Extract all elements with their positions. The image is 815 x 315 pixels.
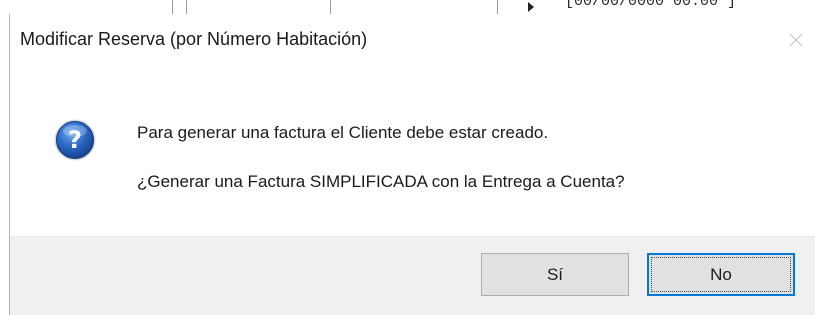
no-button-label: No <box>710 264 732 284</box>
question-icon: ? <box>53 118 97 162</box>
close-button[interactable] <box>780 26 812 54</box>
message-line-1: Para generar una factura el Cliente debe… <box>137 123 549 142</box>
close-icon <box>789 33 803 47</box>
background-cell-text: [00/00/0000 00:00 ] <box>565 0 737 10</box>
dialog-title: Modificar Reserva (por Número Habitación… <box>20 29 368 49</box>
dialog-content: ? Para generar una factura el Cliente de… <box>10 66 815 236</box>
no-button[interactable]: No <box>647 253 795 296</box>
screen: [00/00/0000 00:00 ] Modificar Reserva (p… <box>0 0 815 315</box>
grid-line <box>330 0 331 14</box>
dialog-button-bar: Sí No <box>10 236 815 315</box>
yes-button[interactable]: Sí <box>481 253 629 296</box>
grid-line <box>186 0 187 14</box>
message-dialog: Modificar Reserva (por Número Habitación… <box>9 14 815 315</box>
row-pointer-icon <box>528 2 534 12</box>
grid-line <box>497 0 498 14</box>
grid-line <box>172 0 173 14</box>
svg-text:?: ? <box>68 126 82 154</box>
message-line-2: ¿Generar una Factura SIMPLIFICADA con la… <box>137 172 625 191</box>
dialog-titlebar[interactable]: Modificar Reserva (por Número Habitación… <box>10 14 815 66</box>
background-window: [00/00/0000 00:00 ] <box>0 0 815 14</box>
